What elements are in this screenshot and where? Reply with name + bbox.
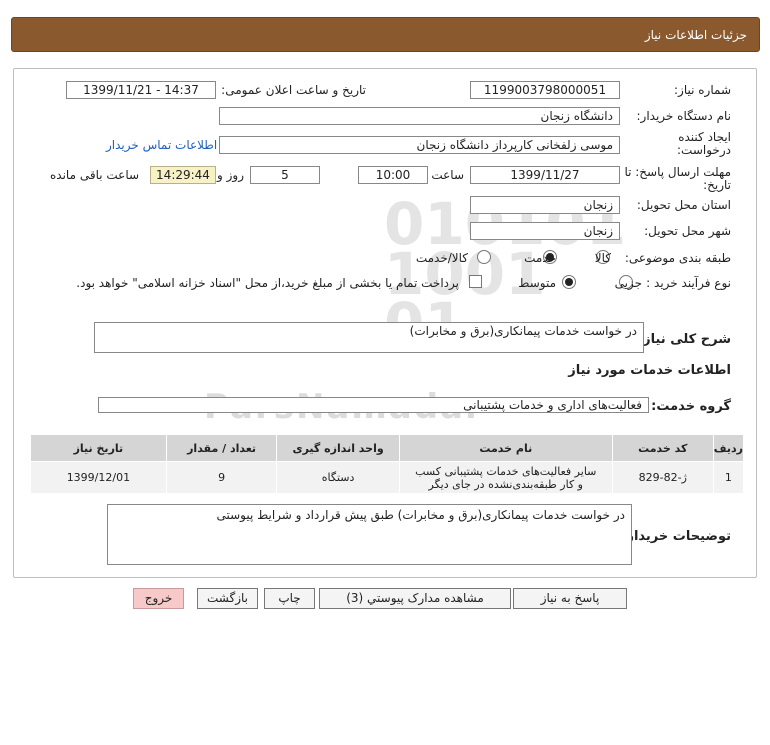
services-table: ردیف کد خدمت نام خدمت واحد اندازه گیری ت… xyxy=(30,434,745,494)
cell-row: 1 xyxy=(712,461,745,494)
reply-button[interactable]: پاسخ به نیاز xyxy=(513,588,627,609)
province-field: زنجان xyxy=(470,196,620,214)
cell-date: 1399/12/01 xyxy=(30,461,167,494)
process-minor-label: جزیی xyxy=(614,276,642,290)
days-remaining-field: 5 xyxy=(250,166,320,184)
category-goods-service-radio[interactable] xyxy=(477,250,491,264)
creator-field: موسی زلفخانی کارپرداز دانشگاه زنجان xyxy=(219,136,620,154)
need-number-field: 1199003798000051 xyxy=(470,81,620,99)
category-goods-label: کالا xyxy=(594,251,611,265)
process-medium-label: متوسط xyxy=(518,276,556,290)
exit-button[interactable]: خروج xyxy=(133,588,184,609)
announce-field: 1399/11/21 - 14:37 xyxy=(66,81,216,99)
col-name-header: نام خدمت xyxy=(398,434,613,462)
attachments-button[interactable]: مشاهده مدارک پیوستي (3) xyxy=(319,588,511,609)
process-medium-radio[interactable] xyxy=(562,275,576,289)
summary-label: شرح کلی نیاز: xyxy=(637,332,731,347)
print-button[interactable]: چاپ xyxy=(264,588,315,609)
category-goods-service-label: کالا/خدمت xyxy=(415,251,468,265)
buyer-notes-label: توضیحات خریدار: xyxy=(621,529,731,544)
deadline-label: مهلت ارسال پاسخ: تا تاریخ: xyxy=(624,165,731,192)
service-group-field: فعالیت‌های اداری و خدمات پشتیبانی xyxy=(98,397,649,413)
process-label: نوع فرآیند خرید : xyxy=(646,276,731,290)
city-label: شهر محل تحویل: xyxy=(644,224,731,238)
category-service-label: خدمت xyxy=(524,251,556,265)
cell-code: ژ-82-829 xyxy=(611,461,714,494)
summary-field: در خواست خدمات پیمانکاری(برق و مخابرات) xyxy=(94,322,644,353)
buyer-label: نام دستگاه خریدار: xyxy=(636,109,732,123)
time-remaining-label: ساعت باقی مانده xyxy=(50,168,140,182)
col-code-header: کد خدمت xyxy=(611,434,714,462)
creator-label: ایجاد کننده درخواست: xyxy=(677,130,731,157)
col-qty-header: تعداد / مقدار xyxy=(165,434,278,462)
province-label: استان محل تحویل: xyxy=(636,198,731,212)
days-label: روز و xyxy=(217,168,244,182)
announce-label: تاریخ و ساعت اعلان عمومی: xyxy=(221,83,366,97)
treasury-checkbox[interactable] xyxy=(469,275,482,288)
cell-qty: 9 xyxy=(165,461,278,494)
buyer-notes-field: در خواست خدمات پیمانکاری(برق و مخابرات) … xyxy=(107,504,632,565)
time-remaining-field: 14:29:44 xyxy=(150,166,216,184)
city-field: زنجان xyxy=(470,222,620,240)
col-row-header: ردیف xyxy=(712,434,745,462)
deadline-time-label: ساعت xyxy=(431,168,464,182)
services-info-title: اطلاعات خدمات مورد نیاز xyxy=(568,363,731,378)
treasury-note: پرداخت تمام یا بخشی از مبلغ خرید،از محل … xyxy=(76,276,459,290)
table-row: 1 ژ-82-829 سایر فعالیت‌های خدمات پشتیبان… xyxy=(30,461,745,494)
page-header: جزئیات اطلاعات نیاز xyxy=(11,17,760,52)
deadline-date-field: 1399/11/27 xyxy=(470,166,620,184)
service-group-label: گروه خدمت: xyxy=(651,399,731,414)
back-button[interactable]: بازگشت xyxy=(197,588,258,609)
category-label: طبقه بندی موضوعی: xyxy=(624,251,731,265)
col-unit-header: واحد اندازه گیری xyxy=(276,434,400,462)
buyer-field: دانشگاه زنجان xyxy=(219,107,620,125)
need-details-panel: 010101100101 ParsNamadar ۰۲۱-۸۸۳۴۹۶۷۰-۵ … xyxy=(13,68,757,578)
cell-name: سایر فعالیت‌های خدمات پشتیبانی کسب و کار… xyxy=(398,461,613,494)
deadline-time-field: 10:00 xyxy=(358,166,428,184)
page-title: جزئیات اطلاعات نیاز xyxy=(644,28,747,42)
cell-unit: دستگاه xyxy=(276,461,400,494)
table-header-row: ردیف کد خدمت نام خدمت واحد اندازه گیری ت… xyxy=(30,434,745,462)
need-number-label: شماره نیاز: xyxy=(674,83,731,97)
col-date-header: تاریخ نیاز xyxy=(30,434,167,462)
buyer-contact-link[interactable]: اطلاعات تماس خریدار xyxy=(106,138,217,152)
